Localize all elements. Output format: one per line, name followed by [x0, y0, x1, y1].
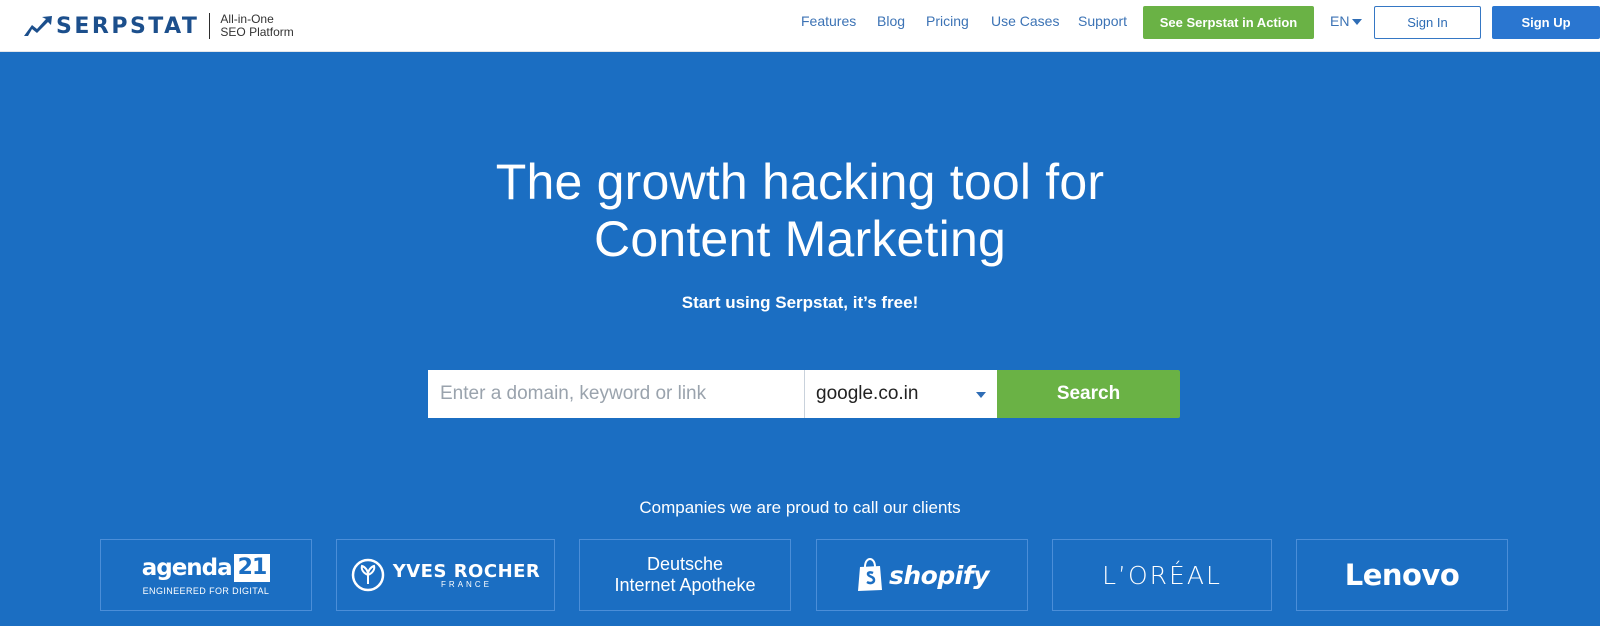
- shopify-wordmark: shopify: [889, 560, 990, 590]
- dia-line2: Internet Apotheke: [614, 575, 756, 595]
- client-logo-deutsche-internet-apotheke: Deutsche Internet Apotheke: [579, 539, 791, 611]
- chevron-down-icon: [976, 392, 986, 398]
- chevron-down-icon: [1352, 19, 1363, 25]
- sign-in-button[interactable]: Sign In: [1374, 6, 1481, 39]
- agenda-word: agenda: [141, 555, 233, 581]
- dia-line1: Deutsche: [646, 554, 724, 574]
- client-logo-lenovo: Lenovo: [1296, 539, 1508, 611]
- client-logo-yves-rocher: YVES ROCHER FRANCE: [336, 539, 555, 611]
- client-logo-agenda21: agenda 21 ENGINEERED FOR DIGITAL: [100, 539, 312, 611]
- top-header: SERPSTAT All-in-One SEO Platform Feature…: [0, 0, 1600, 52]
- nav-features[interactable]: Features: [801, 13, 856, 29]
- yves-rocher-emblem-icon: [351, 558, 384, 592]
- language-selector[interactable]: EN: [1330, 13, 1363, 29]
- brand-tagline-line2: SEO Platform: [220, 25, 294, 39]
- brand-tagline: All-in-One SEO Platform: [220, 13, 293, 39]
- agenda-tagline: ENGINEERED FOR DIGITAL: [142, 586, 270, 596]
- agenda-number: 21: [233, 554, 271, 582]
- brand-name: SERPSTAT: [56, 13, 200, 39]
- brand-logo[interactable]: SERPSTAT All-in-One SEO Platform: [24, 8, 294, 44]
- search-engine-select[interactable]: google.co.in: [804, 370, 997, 418]
- nav-pricing[interactable]: Pricing: [926, 13, 969, 29]
- brand-divider: [209, 13, 211, 39]
- hero-title: The growth hacking tool for Content Mark…: [0, 154, 1600, 268]
- search-engine-value: google.co.in: [816, 383, 919, 404]
- search-button[interactable]: Search: [997, 370, 1180, 418]
- hero-subtitle: Start using Serpstat, it’s free!: [681, 293, 919, 312]
- nav-blog[interactable]: Blog: [877, 13, 905, 29]
- shopify-bag-icon: [858, 558, 882, 591]
- language-label: EN: [1330, 13, 1350, 29]
- hero-title-line2: Content Marketing: [594, 211, 1006, 267]
- clients-heading: Companies we are proud to call our clien…: [639, 498, 961, 517]
- nav-support[interactable]: Support: [1078, 13, 1127, 29]
- agenda-wordmark: agenda 21: [142, 554, 271, 582]
- client-logo-shopify: shopify: [816, 539, 1028, 611]
- hero-title-line1: The growth hacking tool for: [495, 154, 1105, 210]
- see-in-action-button[interactable]: See Serpstat in Action: [1143, 6, 1314, 39]
- client-logo-loreal: L’ORÉAL: [1052, 539, 1272, 611]
- loreal-wordmark: L’ORÉAL: [1102, 560, 1222, 590]
- serpstat-logo-icon: [24, 16, 52, 36]
- lenovo-wordmark: Lenovo: [1344, 558, 1460, 592]
- sign-up-button[interactable]: Sign Up: [1492, 6, 1600, 39]
- yves-rocher-name: YVES ROCHER: [392, 561, 541, 582]
- search-input[interactable]: [428, 370, 804, 418]
- nav-use-cases[interactable]: Use Cases: [991, 13, 1059, 29]
